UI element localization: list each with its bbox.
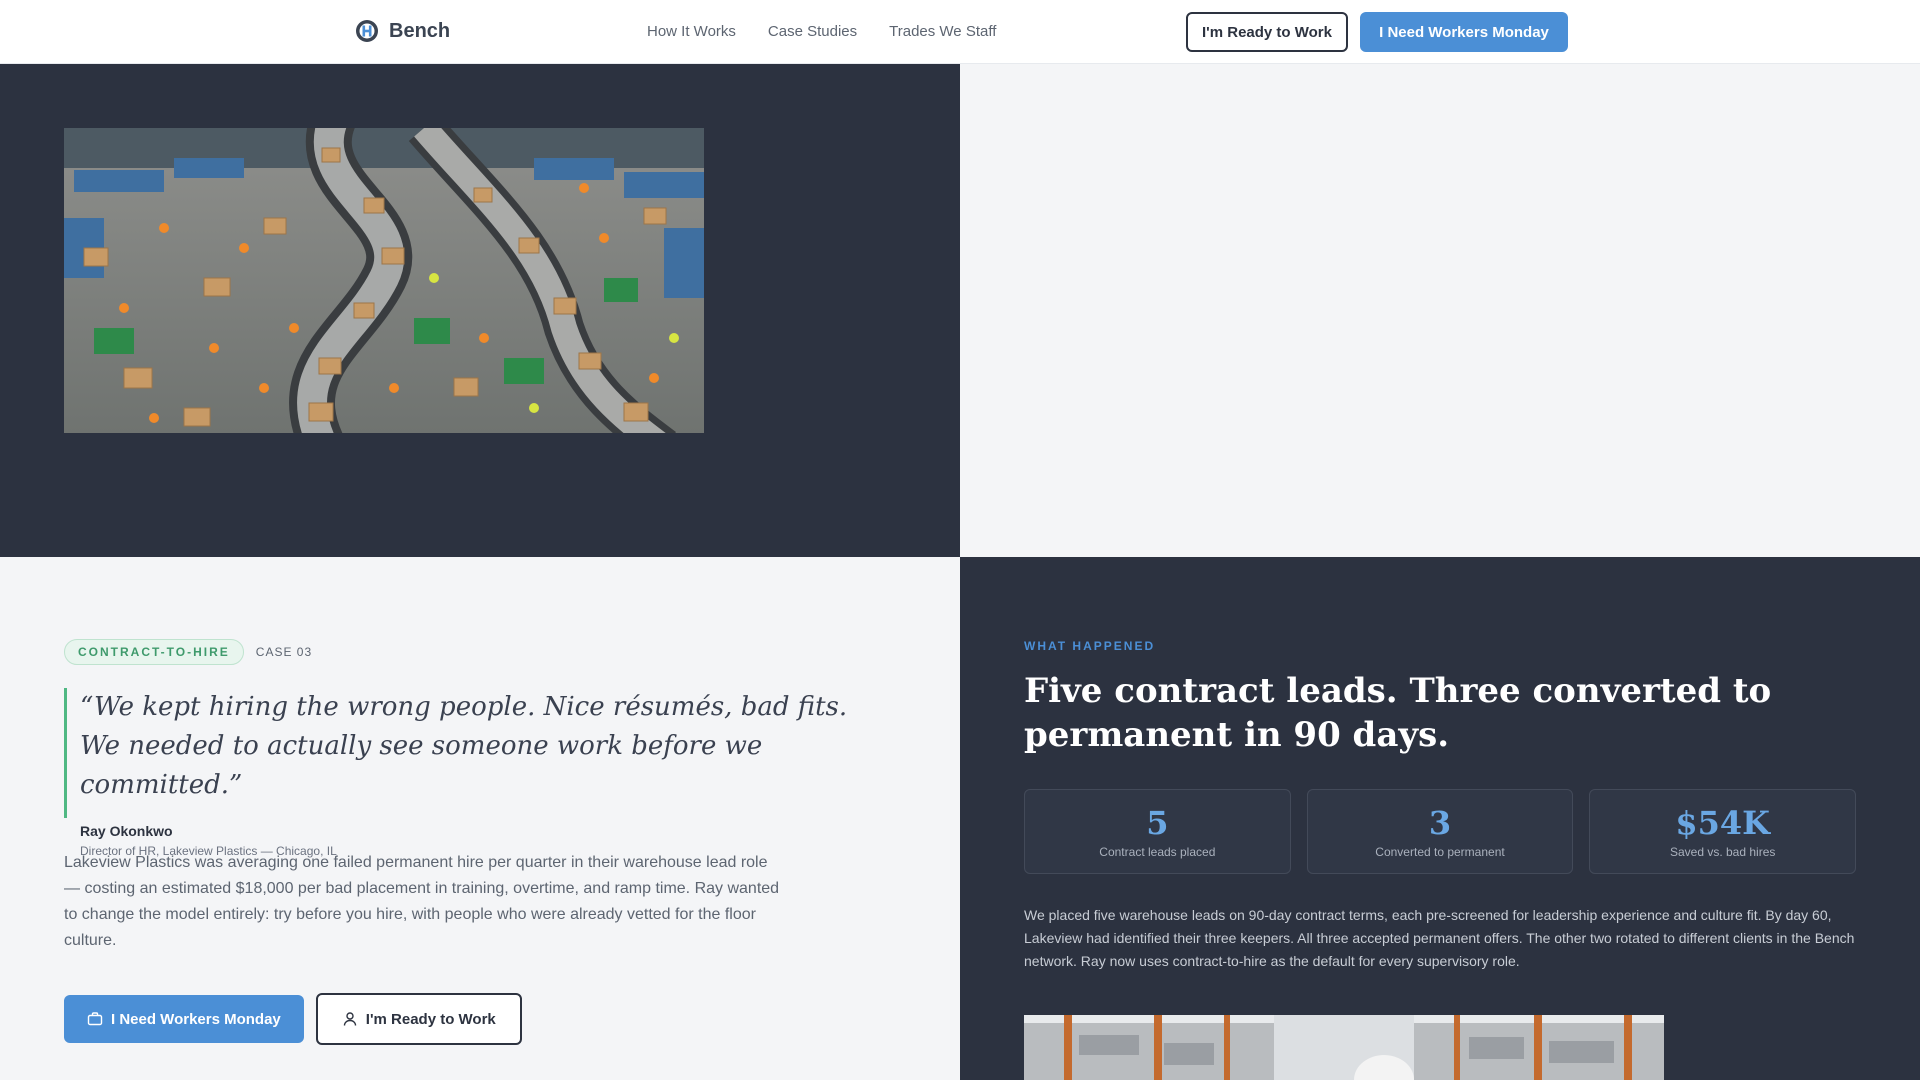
warehouse-worker-photo — [1024, 1015, 1664, 1080]
ready-to-work-cta-button[interactable]: I'm Ready to Work — [315, 993, 522, 1045]
outcome-panel: WHAT HAPPENED Five contract leads. Three… — [960, 557, 1920, 1080]
ready-to-work-button[interactable]: I'm Ready to Work — [1186, 12, 1348, 52]
stat-value: 5 — [1146, 803, 1169, 842]
testimonial-quote: “We kept hiring the wrong people. Nice r… — [64, 688, 864, 858]
need-workers-cta-label: I Need Workers Monday — [111, 1010, 281, 1028]
nav-link-trades-we-staff[interactable]: Trades We Staff — [889, 23, 996, 40]
nav-link-how-it-works[interactable]: How It Works — [647, 23, 736, 40]
stat-value: 3 — [1428, 803, 1452, 842]
section-eyebrow: WHAT HAPPENED — [1024, 639, 1156, 653]
need-workers-button[interactable]: I Need Workers Monday — [1360, 12, 1568, 52]
hero-panel — [0, 64, 960, 557]
stat-label: Contract leads placed — [1099, 844, 1216, 859]
quote-author-name: Ray Okonkwo — [80, 823, 173, 839]
top-nav: Bench How It Works Case Studies Trades W… — [0, 0, 1920, 64]
stats-row: 5 Contract leads placed 3 Converted to p… — [1024, 789, 1857, 874]
brand-name: Bench — [389, 19, 451, 42]
contract-to-hire-badge: CONTRACT-TO-HIRE — [64, 639, 244, 665]
need-workers-cta-button[interactable]: I Need Workers Monday — [64, 995, 304, 1043]
stat-label: Converted to permanent — [1375, 844, 1505, 859]
case-study-panel: CONTRACT-TO-HIRE CASE 03 “We kept hiring… — [0, 557, 960, 1080]
warehouse-aisle-illustration — [1024, 1015, 1664, 1080]
stat-label: Saved vs. bad hires — [1669, 844, 1776, 859]
bench-logo-icon — [356, 20, 378, 42]
outcome-description: We placed five warehouse leads on 90-day… — [1024, 907, 1855, 969]
case-description: Lakeview Plastics was averaging one fail… — [64, 854, 780, 949]
user-icon — [343, 1012, 356, 1026]
outcome-headline: Five contract leads. Three converted to … — [1024, 671, 1772, 755]
hero-right-panel — [960, 64, 1920, 557]
case-tags: CONTRACT-TO-HIRE CASE 03 — [64, 639, 312, 665]
stat-card-leads: 5 Contract leads placed — [1024, 789, 1291, 874]
stat-value: $54K — [1675, 803, 1770, 842]
case-number: CASE 03 — [255, 645, 313, 659]
cta-buttons: I Need Workers Monday I'm Ready to Work — [64, 993, 522, 1045]
stat-card-saved: $54K Saved vs. bad hires — [1589, 789, 1857, 874]
warehouse-illustration — [64, 128, 704, 433]
warehouse-photo — [64, 128, 704, 433]
quote-text: “We kept hiring the wrong people. Nice r… — [80, 692, 848, 800]
nav-link-case-studies[interactable]: Case Studies — [768, 23, 857, 40]
stat-card-converted: 3 Converted to permanent — [1306, 789, 1574, 874]
briefcase-icon — [87, 1012, 103, 1026]
brand-logo[interactable]: Bench — [355, 19, 450, 43]
nav-links: How It Works Case Studies Trades We Staf… — [647, 23, 996, 40]
ready-to-work-cta-label: I'm Ready to Work — [365, 1010, 496, 1028]
